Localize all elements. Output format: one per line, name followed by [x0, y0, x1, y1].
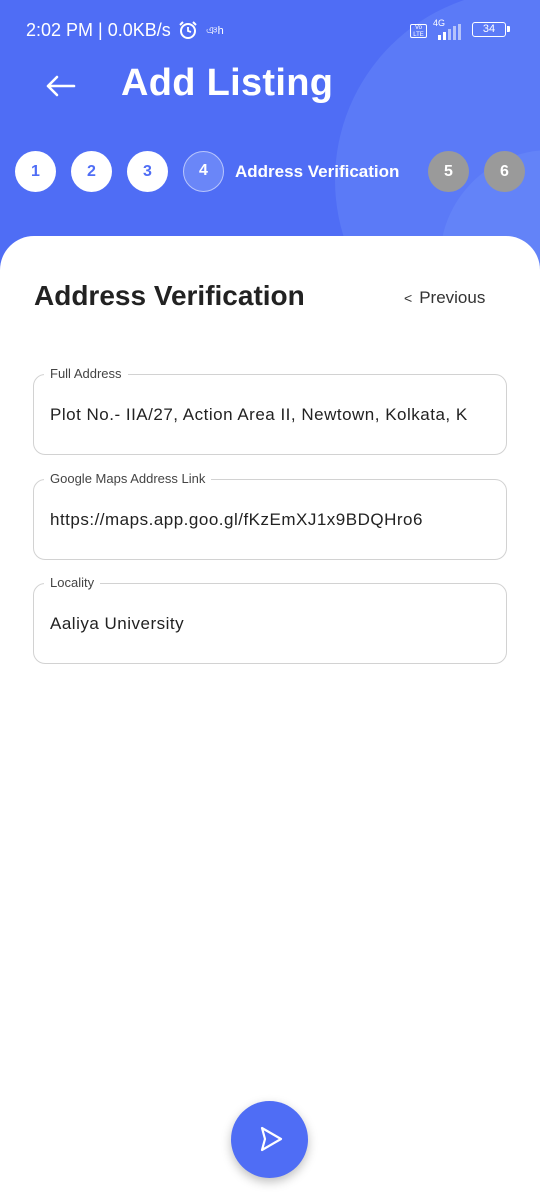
maps-link-input[interactable]: https://maps.app.goo.gl/fKzEmXJ1x9BDQHro… — [50, 510, 494, 530]
volte-icon: Vo LTE — [410, 24, 427, 38]
next-button[interactable] — [231, 1101, 308, 1178]
step-4[interactable]: 4 — [183, 151, 224, 192]
locality-field[interactable]: Locality Aaliya University — [33, 575, 507, 664]
current-step-label: Address Verification — [235, 162, 400, 181]
page-title: Add Listing — [121, 62, 334, 104]
section-title: Address Verification — [34, 280, 305, 311]
maps-link-field[interactable]: Google Maps Address Link https://maps.ap… — [33, 471, 507, 560]
status-bengali-text: ঞh — [206, 25, 224, 37]
battery-icon: 34 — [472, 22, 510, 37]
field-label: Locality — [44, 575, 101, 590]
chevron-left-icon: < — [404, 290, 413, 306]
stepper: 1 2 3 4 Address Verification 5 6 — [0, 151, 540, 193]
step-3[interactable]: 3 — [127, 151, 168, 192]
step-1[interactable]: 1 — [15, 151, 56, 192]
signal-icon — [438, 24, 461, 40]
play-next-icon — [260, 1126, 283, 1152]
step-5[interactable]: 5 — [428, 151, 469, 192]
field-label: Full Address — [44, 366, 128, 381]
previous-button[interactable]: < Previous — [404, 288, 485, 308]
full-address-field[interactable]: Full Address Plot No.- IIA/27, Action Ar… — [33, 366, 507, 455]
status-time: 2:02 PM | 0.0KB/s — [26, 20, 171, 40]
step-6[interactable]: 6 — [484, 151, 525, 192]
alarm-icon — [179, 21, 197, 39]
field-label: Google Maps Address Link — [44, 471, 212, 486]
locality-input[interactable]: Aaliya University — [50, 614, 494, 634]
step-2[interactable]: 2 — [71, 151, 112, 192]
form-card: Address Verification < Previous Full Addr… — [0, 236, 540, 1200]
full-address-input[interactable]: Plot No.- IIA/27, Action Area II, Newtow… — [50, 405, 494, 425]
back-arrow-icon[interactable] — [40, 68, 80, 104]
previous-label: Previous — [419, 288, 486, 307]
status-bar: 2:02 PM | 0.0KB/s ঞh Vo LTE 4G 34 — [0, 0, 540, 60]
